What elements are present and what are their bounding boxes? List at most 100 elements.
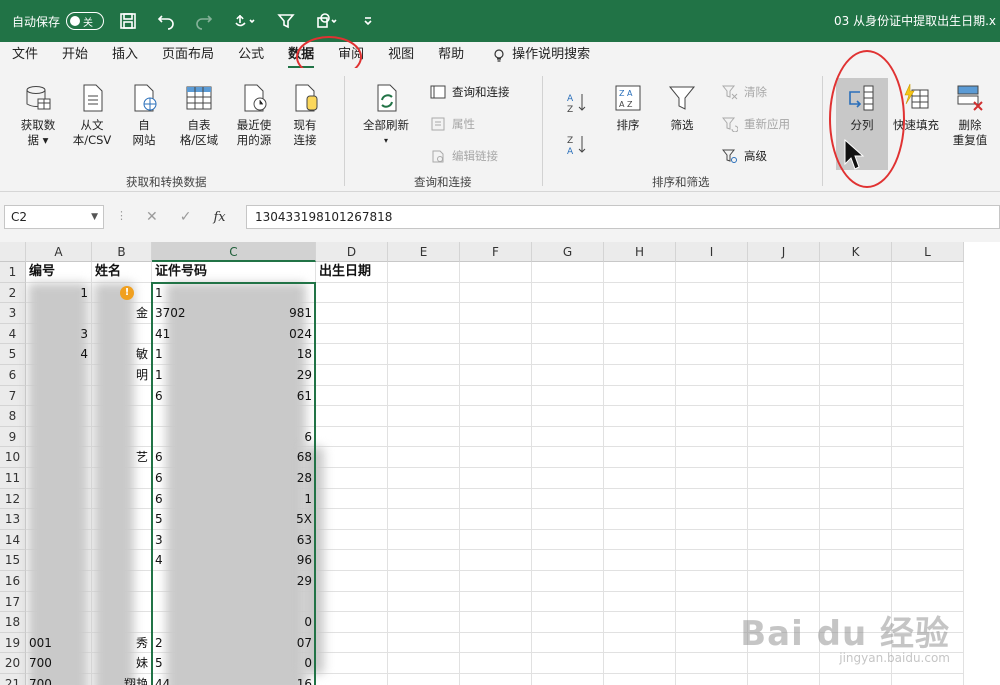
tell-me-label: 操作说明搜索 [512,47,591,62]
tab-help[interactable]: 帮助 [426,42,476,68]
tab-formulas[interactable]: 公式 [226,42,276,68]
sort-button[interactable]: Z A A Z 排序 [606,82,650,133]
row-header-14[interactable]: 14 [0,529,26,551]
cell-a[interactable]: 1 [42,283,88,304]
row-header-10[interactable]: 10 [0,447,26,468]
column-header-l[interactable]: L [892,242,964,262]
cell-b[interactable]: 艺 [102,447,148,468]
cell-b[interactable]: 明 [102,365,148,386]
column-header-k[interactable]: K [820,242,892,262]
shapes-icon[interactable] [310,7,344,35]
sort-az-button[interactable]: AZ [562,90,592,114]
cell-b[interactable]: 翔艳 [102,674,148,685]
recent-sources-button[interactable]: 最近使 用的源 [228,82,280,148]
svg-text:A Z: A Z [619,100,633,109]
cell-a[interactable]: 3 [42,324,88,345]
name-box-dropdown-icon[interactable]: ▼ [91,206,98,228]
row-header-2[interactable]: 2 [0,282,26,304]
from-table-range-button[interactable]: 自表 格/区域 [172,82,226,148]
tab-insert[interactable]: 插入 [100,42,150,68]
warning-icon[interactable]: ! [120,285,134,300]
header-cell-b[interactable]: 姓名 [92,262,152,283]
column-header-f[interactable]: F [460,242,532,262]
tab-file[interactable]: 文件 [0,42,50,68]
column-header-j[interactable]: J [748,242,820,262]
cell-b[interactable]: 妹 [102,653,148,674]
column-header-a[interactable]: A [26,242,92,262]
text-to-columns-label: 分列 [850,118,874,132]
get-data-button[interactable]: 获取数 据 ▾ [10,82,66,148]
filter-icon[interactable] [272,7,300,35]
row-header-5[interactable]: 5 [0,344,26,365]
row-header-17[interactable]: 17 [0,591,26,613]
watermark-brand: Bai du 经验 [740,614,950,654]
cell-b[interactable]: 秀 [102,633,148,654]
row-header-21[interactable]: 21 [0,674,26,685]
tab-view[interactable]: 视图 [376,42,426,68]
row-header-18[interactable]: 18 [0,612,26,633]
row-header-13[interactable]: 13 [0,509,26,530]
flash-fill-button[interactable]: 快速填充 [890,82,942,133]
cell-b[interactable]: 敏 [102,344,148,365]
autosave-toggle[interactable]: 关 [66,12,105,30]
select-all-corner[interactable] [0,242,26,262]
filter-button[interactable]: 筛选 [660,82,704,133]
sort-za-button[interactable]: ZA [562,132,592,156]
cell-a[interactable]: 001 [26,633,92,654]
column-header-h[interactable]: H [604,242,676,262]
column-header-d[interactable]: D [316,242,388,262]
flash-fill-icon [904,83,929,109]
touch-mode-icon[interactable] [228,7,262,35]
formula-input[interactable]: 130433198101267818 [246,205,1000,229]
refresh-dropdown-icon[interactable]: ▾ [384,133,388,148]
refresh-all-button[interactable]: 全部刷新 ▾ [356,82,416,148]
column-header-c[interactable]: C [152,242,316,262]
tab-review[interactable]: 审阅 [326,42,376,68]
tab-home[interactable]: 开始 [50,42,100,68]
row-header-12[interactable]: 12 [0,488,26,510]
row-header-9[interactable]: 9 [0,426,26,448]
column-header-b[interactable]: B [92,242,152,262]
from-web-button[interactable]: 自 网站 [120,82,168,148]
undo-icon[interactable] [152,7,180,35]
row-header-7[interactable]: 7 [0,385,26,407]
formula-bar-grip-icon[interactable]: ⋮ [116,209,127,222]
row-header-4[interactable]: 4 [0,323,26,345]
row-header-15[interactable]: 15 [0,550,26,571]
tab-page-layout[interactable]: 页面布局 [150,42,226,68]
column-header-i[interactable]: I [676,242,748,262]
sort-descending-icon: ZA [567,136,586,156]
column-header-g[interactable]: G [532,242,604,262]
cell-a[interactable]: 4 [42,344,88,365]
cell-b[interactable]: 金 [102,303,148,324]
row-header-1[interactable]: 1 [0,262,26,283]
tell-me-search[interactable]: 操作说明搜索 [480,42,602,68]
queries-connections-button[interactable]: 查询和连接 [430,84,510,100]
autosave: 自动保存 关 [12,12,105,30]
row-header-11[interactable]: 11 [0,468,26,489]
tab-data[interactable]: 数据 [276,42,326,68]
remove-duplicates-button[interactable]: 删除 重复值 [944,82,996,148]
row-header-6[interactable]: 6 [0,365,26,386]
row-header-3[interactable]: 3 [0,303,26,324]
confirm-formula-icon[interactable]: ✓ [180,209,192,225]
column-header-e[interactable]: E [388,242,460,262]
cell-a[interactable]: 700 [26,653,92,674]
row-header-19[interactable]: 19 [0,632,26,654]
insert-function-icon[interactable]: fx [213,210,225,225]
cancel-formula-icon[interactable]: ✕ [146,209,158,225]
advanced-filter-button[interactable]: 高级 [722,148,767,164]
row-header-20[interactable]: 20 [0,653,26,674]
name-box[interactable]: C2 ▼ [4,205,104,229]
row-header-16[interactable]: 16 [0,571,26,592]
cell-a[interactable]: 700 [26,674,92,685]
customize-qat-icon[interactable] [354,7,382,35]
header-cell-d[interactable]: 出生日期 [316,262,388,283]
header-cell-c[interactable]: 证件号码 [152,262,316,283]
from-text-csv-button[interactable]: 从文 本/CSV [66,82,118,148]
save-icon[interactable] [114,7,142,35]
row-header-8[interactable]: 8 [0,406,26,427]
header-cell-a[interactable]: 编号 [26,262,92,283]
existing-connections-button[interactable]: 现有 连接 [282,82,328,148]
group-separator [344,76,345,186]
